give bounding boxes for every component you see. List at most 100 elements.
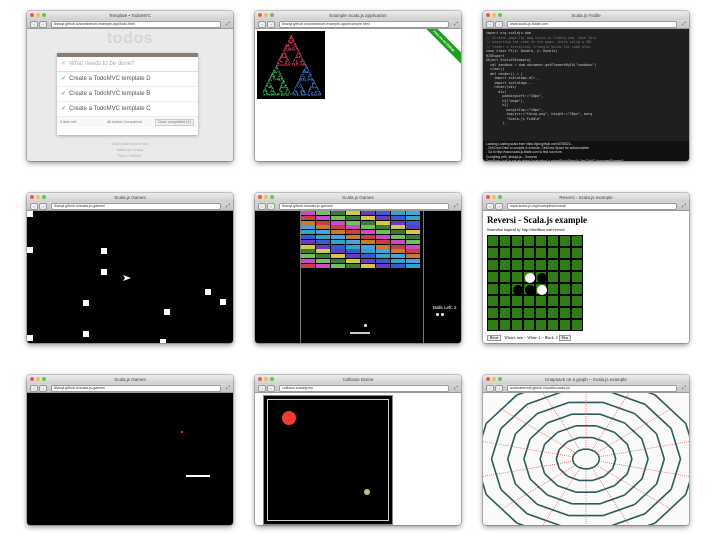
- close-icon[interactable]: [258, 195, 262, 199]
- forward-button[interactable]: ›: [39, 21, 47, 28]
- check-icon[interactable]: ✔: [61, 87, 66, 101]
- close-icon[interactable]: [30, 377, 34, 381]
- board-cell[interactable]: [499, 271, 511, 283]
- fullscreen-icon[interactable]: ⤢: [682, 385, 686, 391]
- game-canvas[interactable]: [263, 395, 393, 525]
- back-button[interactable]: ‹: [486, 203, 494, 210]
- board-cell[interactable]: [499, 283, 511, 295]
- board-cell[interactable]: [511, 283, 523, 295]
- todo-item[interactable]: ✔ Create a TodoMVC template B: [57, 87, 198, 102]
- reset-button[interactable]: Reset: [487, 335, 502, 341]
- window-controls[interactable]: [30, 377, 46, 381]
- board-cell[interactable]: [499, 319, 511, 331]
- forward-button[interactable]: ›: [267, 203, 275, 210]
- back-button[interactable]: ‹: [258, 385, 266, 392]
- board-cell[interactable]: [523, 247, 535, 259]
- board-cell[interactable]: [535, 283, 547, 295]
- minimize-icon[interactable]: [492, 377, 496, 381]
- minimize-icon[interactable]: [492, 195, 496, 199]
- board-cell[interactable]: [511, 307, 523, 319]
- board-cell[interactable]: [487, 295, 499, 307]
- board-cell[interactable]: [487, 319, 499, 331]
- game-canvas[interactable]: [27, 393, 233, 525]
- board-cell[interactable]: [523, 235, 535, 247]
- forward-button[interactable]: ›: [495, 203, 503, 210]
- board-cell[interactable]: [535, 271, 547, 283]
- board-cell[interactable]: [547, 271, 559, 283]
- zoom-icon[interactable]: [270, 377, 274, 381]
- filter-links[interactable]: All Active Completed: [107, 117, 142, 127]
- back-button[interactable]: ‹: [30, 385, 38, 392]
- board-cell[interactable]: [487, 271, 499, 283]
- board-cell[interactable]: [511, 247, 523, 259]
- board-cell[interactable]: [511, 235, 523, 247]
- fullscreen-icon[interactable]: ⤢: [454, 203, 458, 209]
- board-cell[interactable]: [523, 307, 535, 319]
- game-canvas[interactable]: Balls Left: 2: [255, 211, 461, 343]
- game-canvas[interactable]: [27, 211, 233, 343]
- board-cell[interactable]: [523, 295, 535, 307]
- board-cell[interactable]: [487, 247, 499, 259]
- url-bar[interactable]: www.scala-js.org/examples/reversi/: [507, 203, 677, 210]
- board-cell[interactable]: [511, 271, 523, 283]
- board-cell[interactable]: [571, 259, 583, 271]
- board-cell[interactable]: [559, 235, 571, 247]
- board-cell[interactable]: [547, 307, 559, 319]
- board-cell[interactable]: [523, 319, 535, 331]
- board-cell[interactable]: [547, 319, 559, 331]
- url-bar[interactable]: lihaoyi.github.io/scala-js-games/: [51, 385, 221, 392]
- fullscreen-icon[interactable]: ⤢: [226, 203, 230, 209]
- back-button[interactable]: ‹: [486, 21, 494, 28]
- board-cell[interactable]: [547, 247, 559, 259]
- url-bar[interactable]: lihaoyi.github.io/scala-js-games/: [51, 203, 221, 210]
- window-controls[interactable]: [258, 13, 274, 17]
- zoom-icon[interactable]: [498, 13, 502, 17]
- forward-button[interactable]: ›: [39, 203, 47, 210]
- check-icon[interactable]: ✔: [61, 102, 66, 116]
- board-cell[interactable]: [499, 247, 511, 259]
- forward-button[interactable]: ›: [495, 21, 503, 28]
- url-bar[interactable]: andreaferretti.github.io/paths-scala-js/: [507, 385, 677, 392]
- fullscreen-icon[interactable]: ⤢: [454, 385, 458, 391]
- close-icon[interactable]: [486, 377, 490, 381]
- board-cell[interactable]: [523, 259, 535, 271]
- board-cell[interactable]: [559, 295, 571, 307]
- close-icon[interactable]: [486, 13, 490, 17]
- fullscreen-icon[interactable]: ⤢: [226, 21, 230, 27]
- board-cell[interactable]: [487, 283, 499, 295]
- zoom-icon[interactable]: [498, 377, 502, 381]
- board-cell[interactable]: [511, 319, 523, 331]
- board-cell[interactable]: [511, 295, 523, 307]
- minimize-icon[interactable]: [264, 377, 268, 381]
- board-cell[interactable]: [535, 307, 547, 319]
- window-controls[interactable]: [486, 13, 502, 17]
- zoom-icon[interactable]: [498, 195, 502, 199]
- fullscreen-icon[interactable]: ⤢: [454, 21, 458, 27]
- close-icon[interactable]: [30, 13, 34, 17]
- window-controls[interactable]: [30, 13, 46, 17]
- board-cell[interactable]: [559, 247, 571, 259]
- window-controls[interactable]: [258, 377, 274, 381]
- close-icon[interactable]: [486, 195, 490, 199]
- board-cell[interactable]: [547, 295, 559, 307]
- window-controls[interactable]: [258, 195, 274, 199]
- board-cell[interactable]: [535, 235, 547, 247]
- back-button[interactable]: ‹: [30, 21, 38, 28]
- board-cell[interactable]: [499, 259, 511, 271]
- board-cell[interactable]: [559, 283, 571, 295]
- forward-button[interactable]: ›: [267, 385, 275, 392]
- board-cell[interactable]: [535, 259, 547, 271]
- todo-item[interactable]: ✔ Create a TodoMVC template D: [57, 72, 198, 87]
- forward-button[interactable]: ›: [495, 385, 503, 392]
- check-icon[interactable]: ✔: [61, 72, 66, 86]
- forward-button[interactable]: ›: [39, 385, 47, 392]
- board-cell[interactable]: [571, 295, 583, 307]
- board-cell[interactable]: [571, 271, 583, 283]
- zoom-icon[interactable]: [42, 13, 46, 17]
- minimize-icon[interactable]: [36, 13, 40, 17]
- board-cell[interactable]: [559, 319, 571, 331]
- fullscreen-icon[interactable]: ⤢: [682, 203, 686, 209]
- board-cell[interactable]: [523, 271, 535, 283]
- board-cell[interactable]: [547, 259, 559, 271]
- board-cell[interactable]: [487, 235, 499, 247]
